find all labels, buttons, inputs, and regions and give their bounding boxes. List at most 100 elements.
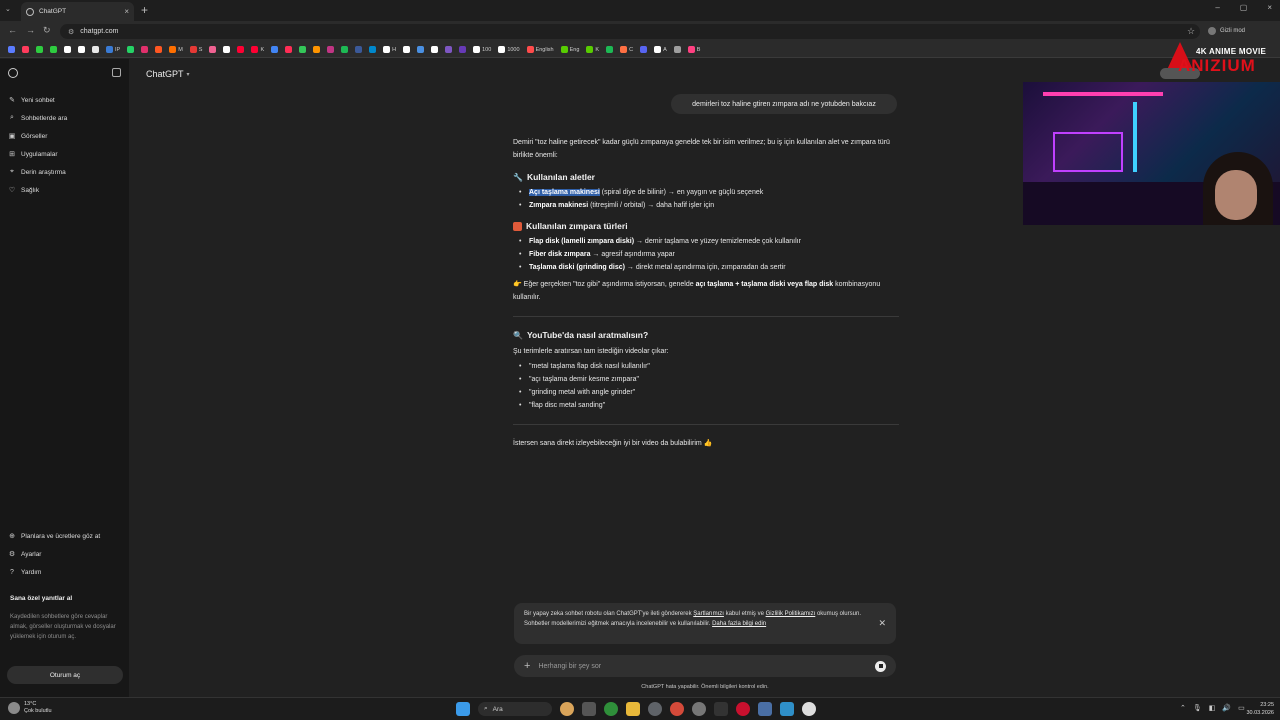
bookmark-item[interactable] (339, 44, 350, 56)
sidebar-item-plans[interactable]: ⊕ Planlara ve ücretlere göz at (8, 529, 100, 543)
bookmark-item[interactable]: English (525, 44, 556, 56)
network-icon[interactable]: ◧ (1209, 704, 1216, 712)
sidebar-item-telescope[interactable]: ⌖ Derin araştırma (8, 165, 66, 179)
bookmark-item[interactable]: A (652, 44, 669, 56)
xbox-icon[interactable] (604, 702, 618, 716)
terms-link[interactable]: Şartlarımızı (693, 611, 724, 617)
bookmark-item[interactable]: B (686, 44, 703, 56)
bookmark-star-icon[interactable]: ☆ (1187, 26, 1195, 37)
bookmark-item[interactable] (443, 44, 454, 56)
reload-icon[interactable]: ↻ (43, 25, 51, 36)
bookmark-item[interactable] (604, 44, 615, 56)
file-explorer-icon[interactable] (626, 702, 640, 716)
prompt-input[interactable]: Herhangi bir şey sor (538, 663, 867, 670)
browser-icon[interactable] (692, 702, 706, 716)
bookmark-item[interactable] (207, 44, 218, 56)
bookmark-item[interactable] (139, 44, 150, 56)
bookmark-item[interactable] (48, 44, 59, 56)
bookmark-item[interactable] (353, 44, 364, 56)
magnifier-icon: 🔍 (513, 331, 523, 340)
chrome-icon[interactable] (648, 702, 662, 716)
tab-search-icon[interactable]: ⌄ (5, 5, 11, 13)
bookmark-item[interactable] (367, 44, 378, 56)
plus-icon[interactable]: + (524, 660, 530, 672)
bookmark-item[interactable] (76, 44, 87, 56)
forward-icon[interactable]: → (26, 25, 35, 35)
bookmark-item[interactable] (297, 44, 308, 56)
bookmark-item[interactable] (638, 44, 649, 56)
maximize-icon[interactable]: ▢ (1240, 3, 1248, 12)
taskbar-search[interactable]: ⌕ Ara (478, 702, 552, 716)
privacy-link[interactable]: Gizlilik Politikamızı (766, 611, 816, 617)
sidebar-item-search[interactable]: ⌕ Sohbetlerde ara (8, 111, 67, 125)
close-tab-icon[interactable]: × (124, 7, 129, 16)
sidebar-item-grid[interactable]: ⊞ Uygulamalar (8, 147, 57, 161)
close-window-icon[interactable]: × (1267, 3, 1272, 12)
bookmark-item[interactable] (235, 44, 246, 56)
site-info-icon[interactable]: ⚙ (68, 28, 74, 36)
clock[interactable]: 23:25 30.03.2026 (1240, 701, 1274, 717)
sidebar-item-gear[interactable]: ⚙ Ayarlar (8, 547, 42, 561)
model-selector[interactable]: ChatGPT ▾ (146, 69, 190, 79)
bookmark-item[interactable]: S (188, 44, 205, 56)
bookmark-item[interactable]: H (381, 44, 398, 56)
bookmark-label: 100 (482, 46, 492, 53)
windows-start-icon[interactable] (456, 702, 470, 716)
bookmark-item[interactable] (457, 44, 468, 56)
bookmark-item[interactable]: 100 (471, 44, 493, 56)
opera-icon[interactable] (736, 702, 750, 716)
sidebar-item-edit[interactable]: ✎ Yeni sohbet (8, 93, 55, 107)
weather-widget[interactable]: 13°C Çok bulutlu (8, 701, 52, 715)
prompt-composer[interactable]: + Herhangi bir şey sor (514, 655, 896, 677)
bookmark-item[interactable] (672, 44, 683, 56)
sidebar-item-image[interactable]: ▣ Görseller (8, 129, 48, 143)
app-icon[interactable] (582, 702, 596, 716)
learn-more-link[interactable]: Daha fazla bilgi edin (712, 621, 766, 627)
sidebar-toggle-icon[interactable] (112, 68, 121, 77)
bookmark-item[interactable]: K (584, 44, 601, 56)
openai-logo-icon[interactable] (8, 68, 18, 78)
bookmark-item[interactable] (125, 44, 136, 56)
bookmark-item[interactable] (6, 44, 17, 56)
bookmark-item[interactable] (90, 44, 101, 56)
url-field[interactable]: ⚙ chatgpt.com (60, 24, 1200, 39)
bookmark-item[interactable] (311, 44, 322, 56)
bookmark-item[interactable] (283, 44, 294, 56)
volume-icon[interactable]: 🔊 (1222, 704, 1231, 712)
terminal-icon[interactable] (714, 702, 728, 716)
bookmark-item[interactable]: C (618, 44, 635, 56)
bookmark-item[interactable] (401, 44, 412, 56)
chrome-alt-icon[interactable] (670, 702, 684, 716)
chatgpt-app-icon[interactable] (802, 702, 816, 716)
close-icon[interactable]: ✕ (878, 618, 886, 628)
tab-chatgpt[interactable]: ChatGPT × (21, 2, 134, 21)
bookmark-item[interactable] (325, 44, 336, 56)
bookmark-item[interactable] (34, 44, 45, 56)
bookmark-item[interactable] (20, 44, 31, 56)
bookmark-item[interactable]: IP (104, 44, 122, 56)
bookmark-favicon-icon (92, 46, 99, 53)
bookmark-item[interactable] (429, 44, 440, 56)
bookmark-item[interactable] (153, 44, 164, 56)
bookmark-item[interactable] (415, 44, 426, 56)
incognito-indicator[interactable]: Gizli mod (1208, 27, 1245, 35)
back-icon[interactable]: ← (8, 25, 17, 35)
new-tab-icon[interactable]: + (141, 3, 148, 17)
login-button[interactable]: Oturum aç (7, 666, 123, 684)
notepad-icon[interactable] (780, 702, 794, 716)
bookmark-item[interactable] (221, 44, 232, 56)
tray-chevron-icon[interactable]: ⌃ (1180, 704, 1186, 712)
sidebar-item-help[interactable]: ? Yardım (8, 565, 41, 579)
microphone-icon[interactable]: 🎙 (1193, 704, 1202, 712)
task-view-icon[interactable] (560, 702, 574, 716)
stop-button[interactable] (875, 660, 886, 672)
settings-icon[interactable] (758, 702, 772, 716)
bookmark-item[interactable]: 1000 (496, 44, 521, 56)
sidebar-item-heart[interactable]: ♡ Sağlık (8, 183, 39, 197)
bookmark-item[interactable] (269, 44, 280, 56)
bookmark-item[interactable]: M (167, 44, 185, 56)
bookmark-item[interactable]: Eng (559, 44, 582, 56)
bookmark-item[interactable]: K (249, 44, 266, 56)
minimize-icon[interactable]: – (1215, 3, 1219, 12)
bookmark-item[interactable] (62, 44, 73, 56)
